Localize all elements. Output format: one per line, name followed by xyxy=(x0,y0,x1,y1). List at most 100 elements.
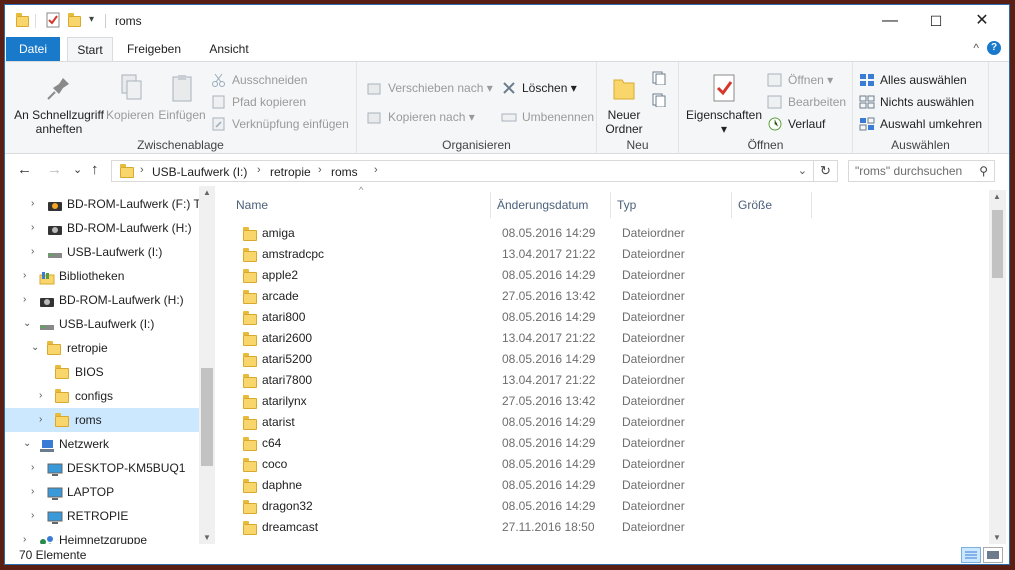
table-row[interactable]: coco 08.05.2016 14:29 Dateiordner xyxy=(225,454,985,475)
address-bar[interactable]: › USB-Laufwerk (I:) › retropie › roms › … xyxy=(111,160,814,182)
table-row[interactable]: arcade 27.05.2016 13:42 Dateiordner xyxy=(225,286,985,307)
scroll-down-icon[interactable]: ▼ xyxy=(203,533,211,542)
scroll-down-icon[interactable]: ▼ xyxy=(993,533,1001,542)
maximize-button[interactable]: ☐ xyxy=(913,5,959,37)
select-all-button[interactable]: Alles auswählen xyxy=(859,70,967,90)
navigation-scrollbar[interactable]: ▲ ▼ xyxy=(199,186,215,544)
history-button[interactable]: Verlauf xyxy=(767,114,825,134)
tree-item-bd-rom-h[interactable]: › BD-ROM-Laufwerk (H:) xyxy=(5,216,199,240)
breadcrumb-roms[interactable]: roms xyxy=(331,165,358,179)
tree-item-bd-rom-h-root[interactable]: › BD-ROM-Laufwerk (H:) xyxy=(5,288,199,312)
easy-access-button[interactable] xyxy=(651,90,672,110)
pin-quick-access-button[interactable]: An Schnellzugriff anheften xyxy=(9,72,109,136)
invert-selection-button[interactable]: Auswahl umkehren xyxy=(859,114,982,134)
search-input[interactable]: "roms" durchsuchen ⚲ xyxy=(848,160,995,182)
recent-locations-button[interactable]: ⌄ xyxy=(73,163,82,176)
table-row[interactable]: c64 08.05.2016 14:29 Dateiordner xyxy=(225,433,985,454)
ribbon-collapse-icon[interactable]: ^ xyxy=(973,41,979,55)
table-row[interactable]: apple2 08.05.2016 14:29 Dateiordner xyxy=(225,265,985,286)
address-history-dropdown-icon[interactable]: ⌄ xyxy=(798,164,807,177)
table-row[interactable]: dreamcast 27.11.2016 18:50 Dateiordner xyxy=(225,517,985,538)
up-button[interactable]: ↑ xyxy=(91,161,99,178)
column-header-type[interactable]: Typ xyxy=(617,192,636,220)
quick-access-dropdown-icon[interactable]: ▾ xyxy=(89,12,105,28)
tree-item-network[interactable]: ⌄ Netzwerk xyxy=(5,432,199,456)
properties-button[interactable]: Eigenschaften ▾ xyxy=(683,72,765,136)
chevron-down-icon[interactable]: ⌄ xyxy=(23,312,31,336)
tree-item-roms[interactable]: › roms xyxy=(5,408,199,432)
tree-item-bios[interactable]: BIOS xyxy=(5,360,199,384)
tree-item-bd-rom-f[interactable]: › BD-ROM-Laufwerk (F:) Ta xyxy=(5,192,199,216)
chevron-right-icon[interactable]: › xyxy=(23,528,26,544)
properties-quick-icon[interactable] xyxy=(45,12,61,28)
table-row[interactable]: atari2600 13.04.2017 21:22 Dateiordner xyxy=(225,328,985,349)
tree-item-desktop-km5buq1[interactable]: › DESKTOP-KM5BUQ1 xyxy=(5,456,199,480)
rename-button[interactable]: Umbenennen xyxy=(501,107,594,127)
tab-view[interactable]: Ansicht xyxy=(201,37,257,61)
forward-button[interactable]: → xyxy=(47,161,62,178)
move-to-button[interactable]: Verschieben nach ▾ xyxy=(367,78,493,98)
navigation-scroll-thumb[interactable] xyxy=(201,368,213,466)
new-item-button[interactable] xyxy=(651,68,672,88)
large-icons-view-icon[interactable] xyxy=(983,547,1003,563)
table-row[interactable]: atarilynx 27.05.2016 13:42 Dateiordner xyxy=(225,391,985,412)
new-folder-button[interactable]: Neuer Ordner xyxy=(599,72,649,136)
minimize-button[interactable]: — xyxy=(867,5,913,37)
tree-item-laptop[interactable]: › LAPTOP xyxy=(5,480,199,504)
select-none-button[interactable]: Nichts auswählen xyxy=(859,92,974,112)
column-header-date[interactable]: Änderungsdatum xyxy=(497,192,588,220)
chevron-down-icon[interactable]: ⌄ xyxy=(31,336,39,360)
breadcrumb-usb-drive[interactable]: USB-Laufwerk (I:) xyxy=(152,165,247,179)
table-row[interactable]: atari7800 13.04.2017 21:22 Dateiordner xyxy=(225,370,985,391)
column-header-size[interactable]: Größe xyxy=(738,192,772,220)
table-row[interactable]: atari800 08.05.2016 14:29 Dateiordner xyxy=(225,307,985,328)
cut-button[interactable]: Ausschneiden xyxy=(211,70,307,90)
column-header-name[interactable]: Name xyxy=(236,192,268,220)
table-row[interactable]: amiga 08.05.2016 14:29 Dateiordner xyxy=(225,223,985,244)
tree-item-retropie[interactable]: ⌄ retropie xyxy=(5,336,199,360)
paste-button[interactable]: Einfügen xyxy=(155,72,209,122)
chevron-right-icon[interactable]: › xyxy=(31,504,34,528)
tree-item-usb-i-root[interactable]: ⌄ USB-Laufwerk (I:) xyxy=(5,312,199,336)
new-folder-quick-icon[interactable] xyxy=(67,12,83,28)
tab-share[interactable]: Freigeben xyxy=(121,37,187,61)
copy-button[interactable]: Kopieren xyxy=(103,72,157,122)
breadcrumb-retropie[interactable]: retropie xyxy=(270,165,311,179)
tab-file[interactable]: Datei xyxy=(6,37,60,61)
tree-item-retropie-host[interactable]: › RETROPIE xyxy=(5,504,199,528)
chevron-right-icon[interactable]: › xyxy=(23,288,26,312)
back-button[interactable]: ← xyxy=(17,161,32,178)
paste-shortcut-button[interactable]: Verknüpfung einfügen xyxy=(211,114,349,134)
copy-path-button[interactable]: Pfad kopieren xyxy=(211,92,306,112)
open-button[interactable]: Öffnen ▾ xyxy=(767,70,833,90)
edit-button[interactable]: Bearbeiten xyxy=(767,92,846,112)
tab-start[interactable]: Start xyxy=(67,37,113,61)
delete-button[interactable]: Löschen ▾ xyxy=(501,78,577,98)
chevron-right-icon[interactable]: › xyxy=(23,264,26,288)
chevron-right-icon[interactable]: › xyxy=(39,408,42,432)
copy-to-button[interactable]: Kopieren nach ▾ xyxy=(367,107,475,127)
table-row[interactable]: atarist 08.05.2016 14:29 Dateiordner xyxy=(225,412,985,433)
chevron-right-icon[interactable]: › xyxy=(31,240,34,264)
help-icon[interactable]: ? xyxy=(987,41,1001,55)
chevron-right-icon[interactable]: › xyxy=(31,192,34,216)
chevron-right-icon[interactable]: › xyxy=(39,384,42,408)
tree-item-usb-i[interactable]: › USB-Laufwerk (I:) xyxy=(5,240,199,264)
details-view-icon[interactable] xyxy=(961,547,981,563)
table-row[interactable]: daphne 08.05.2016 14:29 Dateiordner xyxy=(225,475,985,496)
chevron-right-icon[interactable]: › xyxy=(31,456,34,480)
scroll-up-icon[interactable]: ▲ xyxy=(993,192,1001,201)
tree-item-homegroup[interactable]: › Heimnetzgruppe xyxy=(5,528,199,544)
chevron-down-icon[interactable]: ⌄ xyxy=(23,432,31,456)
table-row[interactable]: amstradcpc 13.04.2017 21:22 Dateiordner xyxy=(225,244,985,265)
table-row[interactable]: atari5200 08.05.2016 14:29 Dateiordner xyxy=(225,349,985,370)
file-list-scrollbar[interactable]: ▲ ▼ xyxy=(989,190,1006,544)
chevron-right-icon[interactable]: › xyxy=(31,480,34,504)
table-row[interactable]: dragon32 08.05.2016 14:29 Dateiordner xyxy=(225,496,985,517)
tree-item-configs[interactable]: › configs xyxy=(5,384,199,408)
chevron-right-icon[interactable]: › xyxy=(31,216,34,240)
refresh-button[interactable]: ↻ xyxy=(814,160,838,182)
file-list-scroll-thumb[interactable] xyxy=(992,210,1003,278)
search-icon[interactable]: ⚲ xyxy=(979,161,988,181)
scroll-up-icon[interactable]: ▲ xyxy=(203,188,211,197)
